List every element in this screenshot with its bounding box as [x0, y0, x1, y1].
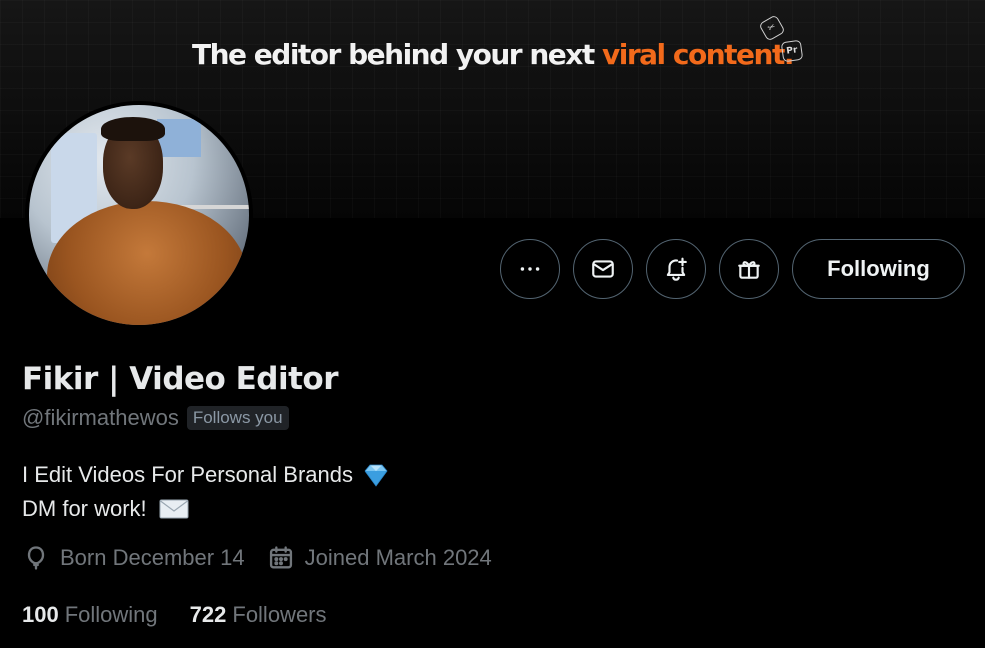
banner-tagline: The editor behind your next viral conten…: [0, 38, 985, 71]
avatar-photo: [29, 105, 249, 325]
bell-plus-icon: [666, 257, 687, 281]
notifications-button[interactable]: [646, 239, 706, 299]
bio-line: DM for work!: [22, 492, 391, 526]
profile-meta: Born December 14 Joined March 2024: [22, 544, 514, 572]
user-handle: @fikirmathewos: [22, 405, 179, 430]
birthday-text: Born December 14: [60, 545, 245, 570]
more-horizontal-icon: [520, 267, 540, 271]
gift-button[interactable]: [719, 239, 779, 299]
followers-link[interactable]: 722 Followers: [190, 602, 327, 628]
bio-text-line2: DM for work!: [22, 496, 147, 521]
premiere-pro-logo-icon: Pr: [780, 39, 804, 63]
follow-stats: 100 Following 722 Followers: [22, 602, 359, 628]
envelope-emoji-icon: [159, 499, 189, 519]
followers-label: Followers: [232, 602, 327, 627]
envelope-icon: [592, 260, 614, 278]
message-button[interactable]: [573, 239, 633, 299]
bio-text-line1: I Edit Videos For Personal Brands: [22, 462, 353, 487]
birthday-item: Born December 14: [22, 544, 245, 572]
following-count: 100: [22, 602, 59, 627]
calendar-icon: [269, 546, 292, 569]
following-label: Following: [64, 602, 158, 627]
follows-you-badge: Follows you: [186, 406, 289, 430]
profile-avatar[interactable]: [25, 101, 253, 329]
display-name: Fikir | Video Editor: [22, 361, 339, 397]
balloon-icon: [27, 546, 45, 570]
banner-tagline-accent: viral content.: [601, 38, 795, 71]
handle-row: @fikirmathewos Follows you: [22, 405, 289, 431]
gift-icon: [738, 261, 760, 279]
gem-emoji-icon: [364, 464, 388, 487]
followers-count: 722: [189, 602, 227, 627]
joined-item: Joined March 2024: [267, 544, 492, 572]
more-options-button[interactable]: [500, 239, 560, 299]
following-button[interactable]: Following: [792, 239, 965, 299]
bio-line: I Edit Videos For Personal Brands: [22, 458, 391, 492]
joined-text: Joined March 2024: [304, 545, 492, 570]
profile-bio: I Edit Videos For Personal Brands DM for…: [22, 458, 391, 526]
banner-tagline-main: The editor behind your next: [192, 38, 595, 71]
following-link[interactable]: 100 Following: [22, 602, 158, 628]
